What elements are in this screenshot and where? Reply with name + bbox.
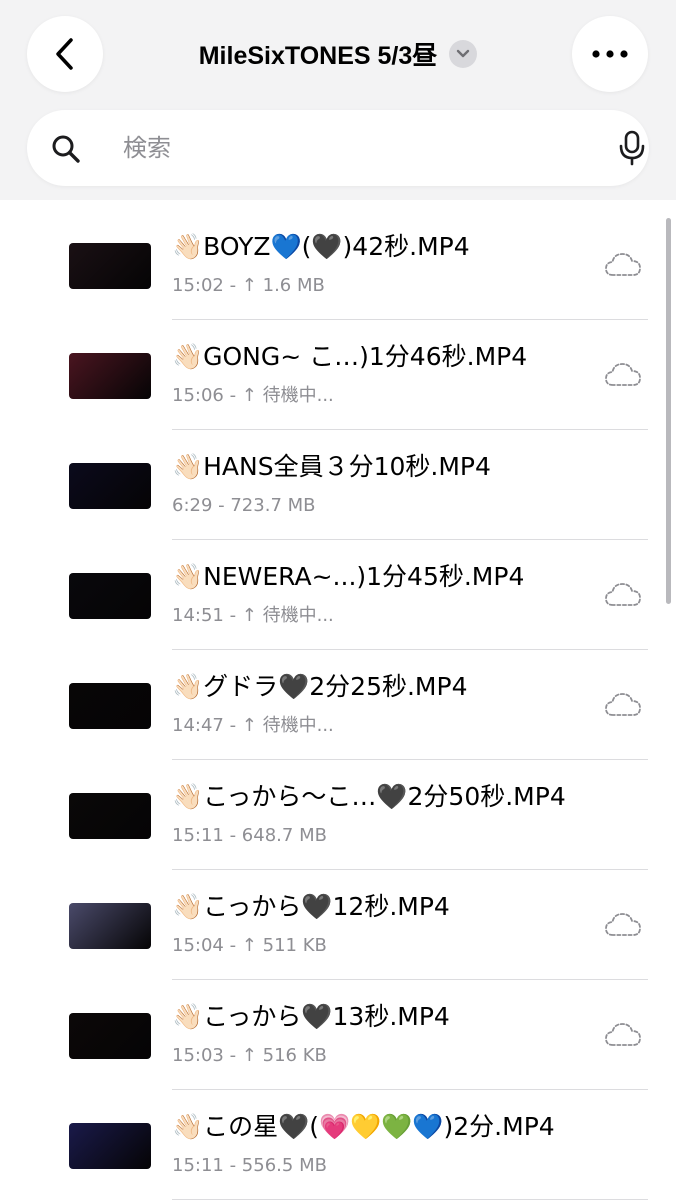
file-meta: 15:03 - ↑ 516 KB bbox=[172, 1045, 327, 1066]
file-name: 👋🏻BOYZ💙(🖤)42秒.MP4 bbox=[172, 232, 470, 261]
video-thumbnail[interactable] bbox=[69, 573, 151, 619]
ellipsis-icon bbox=[592, 50, 628, 58]
file-meta: 15:11 - 556.5 MB bbox=[172, 1155, 327, 1176]
file-row[interactable]: 👋🏻NEWERA~...)1分45秒.MP4 14:51 - ↑ 待機中... bbox=[0, 540, 676, 650]
video-thumbnail[interactable] bbox=[69, 793, 151, 839]
video-thumbnail[interactable] bbox=[69, 463, 151, 509]
more-options-button[interactable] bbox=[572, 16, 648, 92]
file-meta: 15:04 - ↑ 511 KB bbox=[172, 935, 327, 956]
video-thumbnail[interactable] bbox=[69, 243, 151, 289]
cloud-download-icon[interactable] bbox=[604, 361, 642, 389]
search-bar[interactable] bbox=[27, 110, 649, 186]
video-thumbnail[interactable] bbox=[69, 903, 151, 949]
file-name: 👋🏻NEWERA~...)1分45秒.MP4 bbox=[172, 562, 525, 591]
file-row[interactable]: 👋🏻GONG~ こ…)1分46秒.MP4 15:06 - ↑ 待機中... bbox=[0, 320, 676, 430]
file-name: 👋🏻この星🖤(💗💛💚💙)2分.MP4 bbox=[172, 1112, 555, 1141]
file-row[interactable]: 👋🏻HANS全員３分10秒.MP4 6:29 - 723.7 MB bbox=[0, 430, 676, 540]
file-meta: 6:29 - 723.7 MB bbox=[172, 495, 316, 516]
chevron-down-icon[interactable] bbox=[449, 40, 478, 68]
cloud-download-icon[interactable] bbox=[604, 1021, 642, 1049]
video-thumbnail[interactable] bbox=[69, 1013, 151, 1059]
file-name: 👋🏻こっから🖤13秒.MP4 bbox=[172, 1002, 450, 1031]
cloud-download-icon[interactable] bbox=[604, 911, 642, 939]
file-name: 👋🏻GONG~ こ…)1分46秒.MP4 bbox=[172, 342, 528, 371]
file-name: 👋🏻HANS全員３分10秒.MP4 bbox=[172, 452, 491, 481]
file-meta: 15:06 - ↑ 待機中... bbox=[172, 385, 334, 406]
cloud-download-icon[interactable] bbox=[604, 691, 642, 719]
cloud-download-icon[interactable] bbox=[604, 581, 642, 609]
search-icon bbox=[52, 135, 80, 163]
file-meta: 15:02 - ↑ 1.6 MB bbox=[172, 275, 325, 296]
file-meta: 14:47 - ↑ 待機中... bbox=[172, 715, 334, 736]
file-name: 👋🏻こっから～こ…🖤2分50秒.MP4 bbox=[172, 782, 566, 811]
microphone-icon[interactable] bbox=[617, 130, 647, 166]
cloud-download-icon[interactable] bbox=[604, 251, 642, 279]
file-row[interactable]: 👋🏻こっから🖤12秒.MP4 15:04 - ↑ 511 KB bbox=[0, 870, 676, 980]
file-row[interactable]: 👋🏻こっから🖤13秒.MP4 15:03 - ↑ 516 KB bbox=[0, 980, 676, 1090]
file-row[interactable]: 👋🏻こっから～こ…🖤2分50秒.MP4 15:11 - 648.7 MB bbox=[0, 760, 676, 870]
file-name: 👋🏻グドラ🖤2分25秒.MP4 bbox=[172, 672, 468, 701]
file-row[interactable]: 👋🏻BOYZ💙(🖤)42秒.MP4 15:02 - ↑ 1.6 MB bbox=[0, 210, 676, 320]
file-row[interactable]: 👋🏻この星🖤(💗💛💚💙)2分.MP4 15:11 - 556.5 MB bbox=[0, 1090, 676, 1200]
file-name: 👋🏻こっから🖤12秒.MP4 bbox=[172, 892, 450, 921]
page-title: MileSixTONES 5/3昼 bbox=[198, 42, 438, 70]
file-row[interactable]: 👋🏻グドラ🖤2分25秒.MP4 14:47 - ↑ 待機中... bbox=[0, 650, 676, 760]
video-thumbnail[interactable] bbox=[69, 353, 151, 399]
file-meta: 14:51 - ↑ 待機中... bbox=[172, 605, 334, 626]
file-meta: 15:11 - 648.7 MB bbox=[172, 825, 327, 846]
video-thumbnail[interactable] bbox=[69, 1123, 151, 1169]
search-input[interactable] bbox=[123, 128, 593, 168]
scrollbar[interactable] bbox=[666, 218, 671, 604]
video-thumbnail[interactable] bbox=[69, 683, 151, 729]
